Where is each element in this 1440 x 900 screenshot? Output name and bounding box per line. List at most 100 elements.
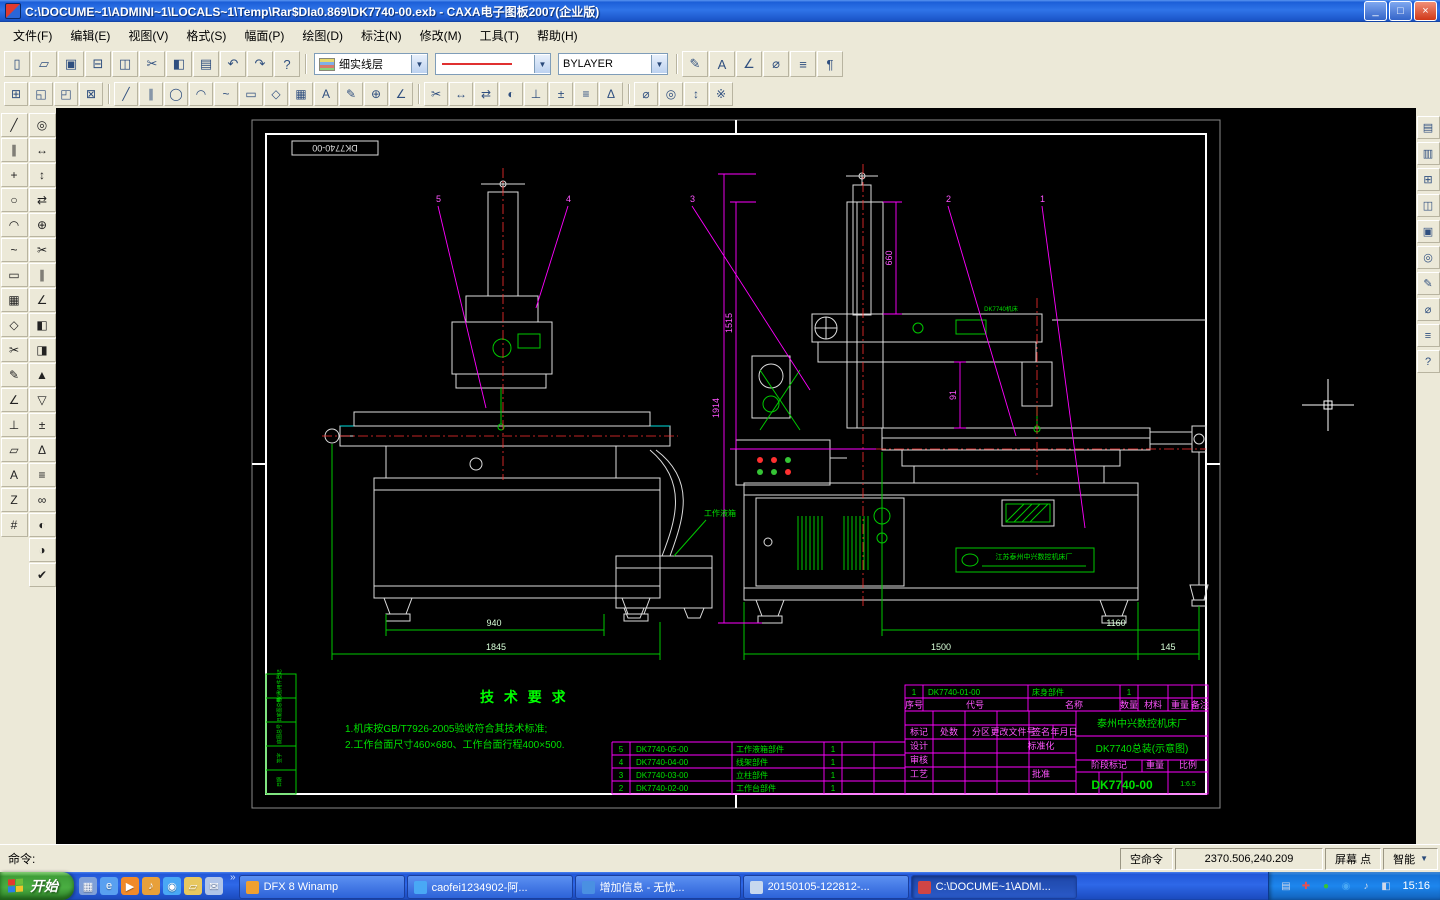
volume-icon[interactable]: ♪ [1358,879,1373,894]
preview-icon[interactable]: ◫ [112,51,138,77]
fillet-tool-icon[interactable]: ▽ [29,388,56,412]
grid-panel-icon[interactable]: ⊞ [1417,168,1440,191]
select-tool-icon[interactable]: ◎ [29,113,56,137]
show-desktop-icon[interactable]: ▦ [79,877,97,895]
redo-icon[interactable]: ↷ [247,51,273,77]
folder-icon[interactable]: ▱ [184,877,202,895]
close-button[interactable]: × [1414,1,1437,21]
move-tool-icon[interactable]: ↔ [29,138,56,162]
linetype-combo[interactable]: ▼ [435,53,551,75]
safety-center-icon[interactable]: ✚ [1298,879,1313,894]
text-icon[interactable]: A [314,82,338,106]
text-tool-icon[interactable]: A [1,463,28,487]
break-tool-icon[interactable]: ✂ [1,338,28,362]
ellipse-tool-icon[interactable]: ◇ [1,313,28,337]
zoom-prev-icon[interactable]: ⊠ [79,82,103,106]
menu-item[interactable]: 视图(V) [119,24,177,47]
new-icon[interactable]: ▯ [4,51,30,77]
polygon-tool-icon[interactable]: ▱ [1,438,28,462]
rect-tool-icon[interactable]: ▭ [1,263,28,287]
caxa-task[interactable]: C:\DOCUME~1\ADMI... [911,875,1077,899]
open-icon[interactable]: ▱ [31,51,57,77]
angle-tool-icon[interactable]: ∠ [1,388,28,412]
circle-icon[interactable]: ◯ [164,82,188,106]
explode-icon[interactable]: Δ [599,82,623,106]
char-style-icon[interactable]: A [709,51,735,77]
center-mark-icon[interactable]: ◎ [659,82,683,106]
prop-panel-icon[interactable]: ▤ [1417,116,1440,139]
chevron-down-icon[interactable]: ▼ [411,55,427,73]
rectangle-icon[interactable]: ▭ [239,82,263,106]
input-method-icon[interactable]: ▤ [1278,879,1293,894]
trim-tool-icon[interactable]: ✂ [29,238,56,262]
tolerance-tool-icon[interactable]: ± [29,413,56,437]
line-tool-icon[interactable]: ╱ [1,113,28,137]
stretch-icon[interactable]: ↕ [684,82,708,106]
winamp-task[interactable]: DFX 8 Winamp [239,875,405,899]
undo-icon[interactable]: ↶ [220,51,246,77]
antivirus-icon[interactable]: ● [1318,879,1333,894]
parallel-line-icon[interactable]: ∥ [139,82,163,106]
minimize-button[interactable]: _ [1364,1,1387,21]
help-icon[interactable]: ? [274,51,300,77]
overflow-chevron-icon[interactable]: » [228,872,238,900]
shade-a-icon[interactable]: ◐ [29,513,56,537]
maximize-button[interactable]: □ [1389,1,1412,21]
mail-icon[interactable]: ✉ [205,877,223,895]
shade-b-icon[interactable]: ◑ [29,538,56,562]
dim-style-icon[interactable]: ∠ [736,51,762,77]
menu-item[interactable]: 帮助(H) [528,24,587,47]
arc-icon[interactable]: ◠ [189,82,213,106]
reference-icon[interactable]: ※ [709,82,733,106]
trim-icon[interactable]: ✂ [424,82,448,106]
scale-right-icon[interactable]: ◨ [29,338,56,362]
copy-icon[interactable]: ◧ [166,51,192,77]
align-icon[interactable]: ≡ [574,82,598,106]
wangwang-task[interactable]: caofei1234902-阿... [407,875,573,899]
sketch-tool-icon[interactable]: ✎ [1,363,28,387]
array-tool-icon[interactable]: ⊕ [29,213,56,237]
save-view-icon[interactable]: ▣ [1417,220,1440,243]
pick-mode-button[interactable]: 屏幕 点 [1325,848,1381,870]
scale-left-icon[interactable]: ◧ [29,313,56,337]
arc-tool-icon[interactable]: ◠ [1,213,28,237]
angle-dim-icon[interactable]: ∠ [389,82,413,106]
delta-tool-icon[interactable]: Δ [29,438,56,462]
rotate-tool-icon[interactable]: ∠ [29,288,56,312]
spline-tool-icon[interactable]: ~ [1,238,28,262]
text-style-icon[interactable]: ✎ [682,51,708,77]
circle-tool-icon[interactable]: ○ [1,188,28,212]
perp-tool-icon[interactable]: ⊥ [1,413,28,437]
tolerance-style-icon[interactable]: ⌀ [763,51,789,77]
line-icon[interactable]: ╱ [114,82,138,106]
point-tool-icon[interactable]: + [1,163,28,187]
offset-tool-icon[interactable]: ∥ [29,263,56,287]
cut-icon[interactable]: ✂ [139,51,165,77]
menu-item[interactable]: 标注(N) [352,24,411,47]
notepad-task[interactable]: 20150105-122812-... [743,875,909,899]
layer-combo[interactable]: 细实线层 ▼ [314,53,428,75]
mirror-tool-icon[interactable]: ⇄ [29,188,56,212]
menu-item[interactable]: 绘图(D) [293,24,352,47]
perpendicular-icon[interactable]: ⊥ [524,82,548,106]
properties-tool-icon[interactable]: ≡ [29,463,56,487]
chevron-down-icon[interactable]: ▼ [534,55,550,73]
menu-item[interactable]: 幅面(P) [235,24,293,47]
diameter-dim-icon[interactable]: ⌀ [634,82,658,106]
spline-icon[interactable]: ~ [214,82,238,106]
media-player-icon[interactable]: ▶ [121,877,139,895]
save-icon[interactable]: ▣ [58,51,84,77]
drawing-canvas[interactable]: DK7740-00 借(通)用件登记 旧底图总号 底图总号 签字 日期 [56,108,1416,845]
menu-item[interactable]: 文件(F) [4,24,61,47]
tolerance-icon[interactable]: ± [549,82,573,106]
osnap-icon[interactable]: ◎ [1417,246,1440,269]
menu-item[interactable]: 编辑(E) [61,24,119,47]
layer-manager-icon[interactable]: ≡ [790,51,816,77]
help-panel-icon[interactable]: ? [1417,350,1440,373]
hatch-tool-icon[interactable]: ▦ [1,288,28,312]
zoom-all-icon[interactable]: ◰ [54,82,78,106]
messenger-icon[interactable]: ◉ [163,877,181,895]
extend-tool-icon[interactable]: ∞ [29,488,56,512]
sketch-icon[interactable]: ✎ [339,82,363,106]
point-icon[interactable]: ⊕ [364,82,388,106]
